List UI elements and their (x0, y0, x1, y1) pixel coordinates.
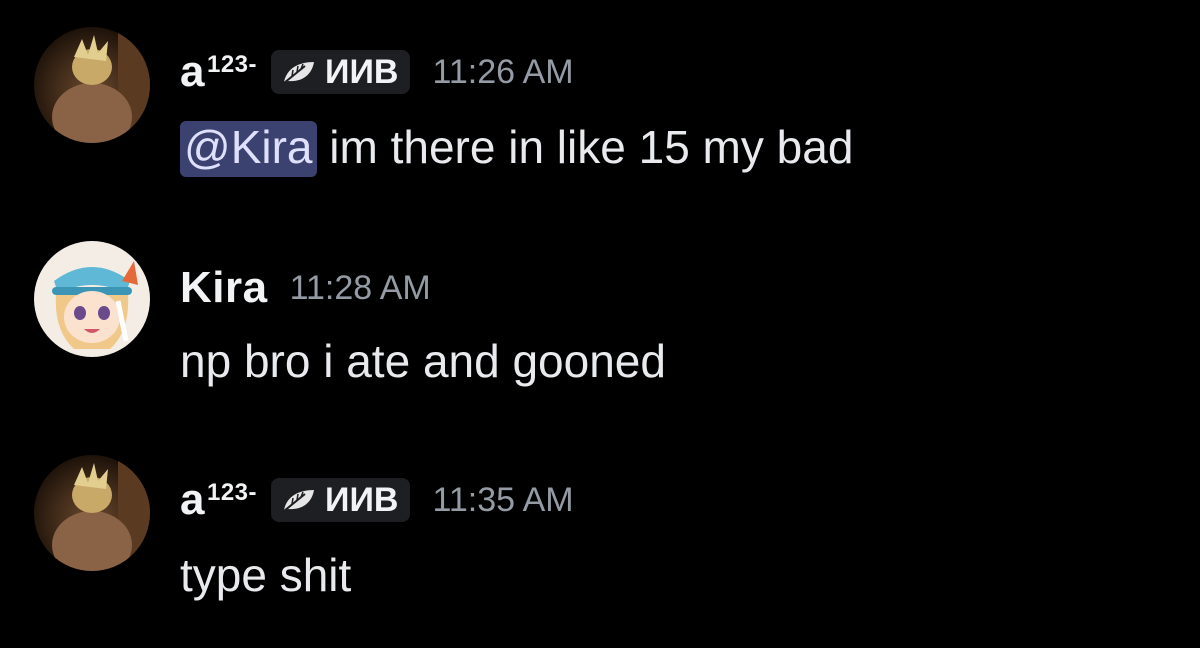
guild-tag-text: ИИВ (325, 480, 399, 519)
message-text: np bro i ate and gooned (180, 335, 666, 387)
timestamp[interactable]: 11:28 AM (290, 269, 431, 308)
message-content: @Kira im there in like 15 my bad (180, 120, 854, 177)
leaf-icon (283, 490, 315, 512)
guild-tag-text: ИИВ (325, 52, 399, 91)
username[interactable]: a123- (180, 47, 257, 97)
user-avatar-image (34, 241, 150, 357)
username-text[interactable]: a (180, 47, 205, 96)
guild-tag[interactable]: ИИВ (271, 478, 411, 522)
leaf-icon (283, 62, 315, 84)
message-content: type shit (180, 548, 351, 602)
timestamp[interactable]: 11:26 AM (432, 53, 573, 92)
user-avatar-image (34, 455, 150, 571)
avatar[interactable] (34, 241, 150, 357)
message-content: np bro i ate and gooned (180, 334, 666, 388)
username-superscript: 123- (206, 51, 258, 79)
username-text[interactable]: a (180, 475, 205, 524)
guild-tag[interactable]: ИИВ (271, 50, 411, 94)
username-superscript: 123- (206, 479, 258, 507)
avatar[interactable] (34, 455, 150, 571)
timestamp[interactable]: 11:35 AM (432, 481, 573, 520)
username[interactable]: a123- (180, 475, 257, 525)
user-mention[interactable]: @Kira (180, 121, 317, 177)
username[interactable]: Kira (180, 263, 268, 313)
avatar[interactable] (34, 27, 150, 143)
message-text: type shit (180, 549, 352, 601)
user-avatar-image (34, 27, 150, 143)
message-text: im there in like 15 my bad (316, 121, 854, 173)
